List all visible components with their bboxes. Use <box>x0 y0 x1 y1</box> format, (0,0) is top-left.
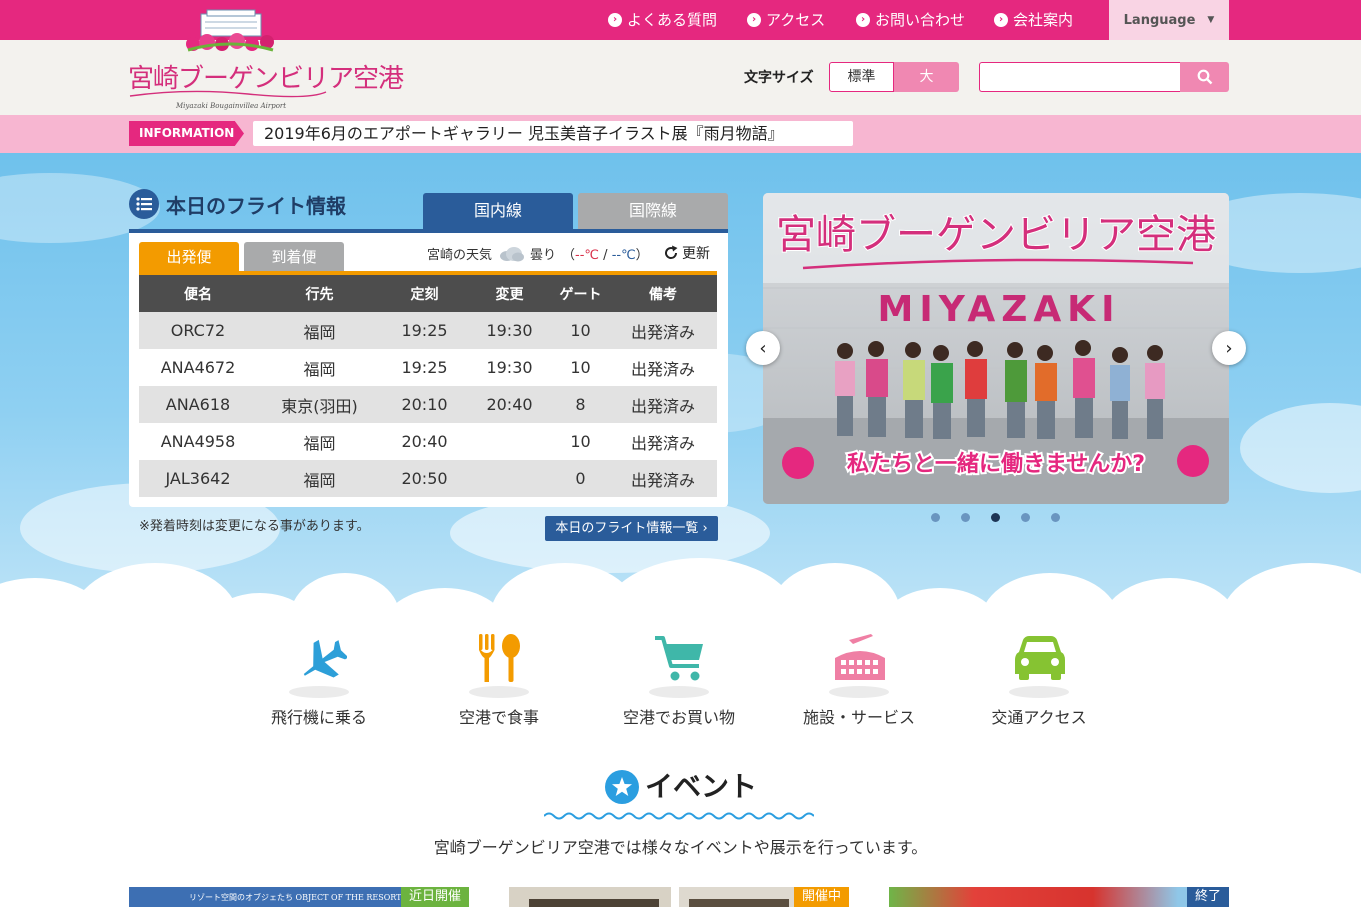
faq-link[interactable]: › よくある質問 <box>608 0 717 40</box>
slide-dot[interactable] <box>961 513 970 522</box>
category-dining[interactable]: 空港で食事 <box>429 628 569 728</box>
access-link[interactable]: › アクセス <box>747 0 825 40</box>
slide-prev-button[interactable]: ‹ <box>746 331 780 365</box>
slide-image: 宮崎ブーゲンビリア空港 MIYAZAKI 私たちと一緒に働きませんか? <box>763 193 1229 504</box>
table-row: ANA618 東京(羽田) 20:10 20:40 8 出発済み <box>139 386 717 423</box>
search-button[interactable] <box>1180 62 1229 92</box>
chevron-left-icon: ‹ <box>759 337 767 359</box>
search-input[interactable] <box>979 62 1181 92</box>
terminal-building-icon <box>835 634 885 680</box>
col-destination: 行先 <box>257 275 382 312</box>
tab-domestic[interactable]: 国内線 <box>423 193 573 229</box>
chevron-right-icon: › <box>994 13 1008 27</box>
col-remarks: 備考 <box>609 275 717 312</box>
chevron-right-icon: › <box>702 521 708 536</box>
star-icon <box>605 770 639 804</box>
category-shopping[interactable]: 空港でお買い物 <box>609 628 749 728</box>
contact-link[interactable]: › お問い合わせ <box>856 0 965 40</box>
cloud-icon <box>500 246 525 261</box>
event-description: 宮崎ブーゲンビリア空港では様々なイベントや展示を行っています。 <box>433 838 928 857</box>
tab-international[interactable]: 国際線 <box>578 193 728 229</box>
font-size-label: 文字サイズ <box>744 70 814 86</box>
flight-note: ※発着時刻は変更になる事があります。 <box>139 519 370 534</box>
status-badge: 終了 <box>1186 887 1229 907</box>
status-badge: 近日開催 <box>400 887 469 907</box>
refresh-icon <box>665 245 678 259</box>
slide-next-button[interactable]: › <box>1212 331 1246 365</box>
chevron-right-icon: › <box>747 13 761 27</box>
car-icon <box>1015 636 1065 680</box>
hero-slide[interactable]: 宮崎ブーゲンビリア空港 MIYAZAKI 私たちと一緒に働きませんか? <box>763 193 1229 504</box>
event-card-image[interactable] <box>509 887 671 907</box>
table-header-row: 便名 行先 定刻 変更 ゲート 備考 <box>139 275 717 312</box>
event-card[interactable]: リゾート空間のオブジェたち OBJECT OF THE RESORT 近日開催 <box>129 887 469 907</box>
weather-info: 宮崎の天気 曇り （--℃ / --℃） <box>427 244 649 263</box>
slide-title: 宮崎ブーゲンビリア空港 <box>776 212 1216 258</box>
event-section-title: イベント <box>645 770 758 803</box>
col-flight: 便名 <box>139 275 257 312</box>
event-card[interactable]: 終了 <box>889 887 1229 907</box>
slide-sign: MIYAZAKI <box>878 289 1121 330</box>
flight-table: 便名 行先 定刻 変更 ゲート 備考 ORC72 福岡 19:25 19:30 10 出発… <box>139 275 717 497</box>
search-icon <box>1197 69 1212 85</box>
shopping-cart-icon <box>655 636 703 681</box>
refresh-button[interactable]: 更新 <box>663 243 710 263</box>
logo-swash <box>129 90 327 98</box>
tab-departures[interactable]: 出発便 <box>139 242 239 272</box>
status-badge: 開催中 <box>793 887 849 907</box>
chevron-right-icon: › <box>856 13 870 27</box>
font-size-standard-button[interactable]: 標準 <box>829 62 894 92</box>
information-tag: INFORMATION <box>129 121 244 146</box>
airplane-icon <box>303 639 347 678</box>
font-size-large-button[interactable]: 大 <box>894 62 959 92</box>
information-news-link[interactable]: 2019年6月のエアポートギャラリー 児玉美音子イラスト展『雨月物語』 <box>253 121 853 146</box>
language-selector[interactable]: Language ▼ <box>1109 0 1229 40</box>
category-facilities[interactable]: 施設・サービス <box>789 628 929 728</box>
chevron-right-icon: › <box>608 13 622 27</box>
slide-dot[interactable] <box>1021 513 1030 522</box>
wave-divider <box>544 812 814 820</box>
terminal-flower-icon <box>186 9 274 52</box>
event-card[interactable]: 開催中 <box>679 887 849 907</box>
category-fly[interactable]: 飛行機に乗る <box>249 628 389 728</box>
caret-down-icon: ▼ <box>1207 15 1215 25</box>
table-row: ANA4672 福岡 19:25 19:30 10 出発済み <box>139 349 717 386</box>
col-gate: ゲート <box>552 275 609 312</box>
table-row: JAL3642 福岡 20:50 0 出発済み <box>139 460 717 497</box>
slide-dot-active[interactable] <box>991 513 1000 522</box>
table-row: ORC72 福岡 19:25 19:30 10 出発済み <box>139 312 717 349</box>
tab-arrivals[interactable]: 到着便 <box>244 242 344 272</box>
list-icon <box>129 189 159 219</box>
flight-list-button[interactable]: 本日のフライト情報一覧 › <box>545 516 718 541</box>
airport-logo[interactable]: 宮崎ブーゲンビリア空港 Miyazaki Bougainvillea Airpo… <box>128 8 404 110</box>
company-link[interactable]: › 会社案内 <box>994 0 1073 40</box>
fork-spoon-icon <box>479 634 520 682</box>
chevron-right-icon: › <box>1225 337 1233 359</box>
table-row: ANA4958 福岡 20:40 10 出発済み <box>139 423 717 460</box>
col-changed: 変更 <box>467 275 552 312</box>
col-scheduled: 定刻 <box>382 275 467 312</box>
category-transport[interactable]: 交通アクセス <box>969 628 1109 728</box>
slide-caption: 私たちと一緒に働きませんか? <box>847 451 1145 477</box>
flight-info-title: 本日のフライト情報 <box>166 194 346 218</box>
slide-dot[interactable] <box>931 513 940 522</box>
slide-dot[interactable] <box>1051 513 1060 522</box>
